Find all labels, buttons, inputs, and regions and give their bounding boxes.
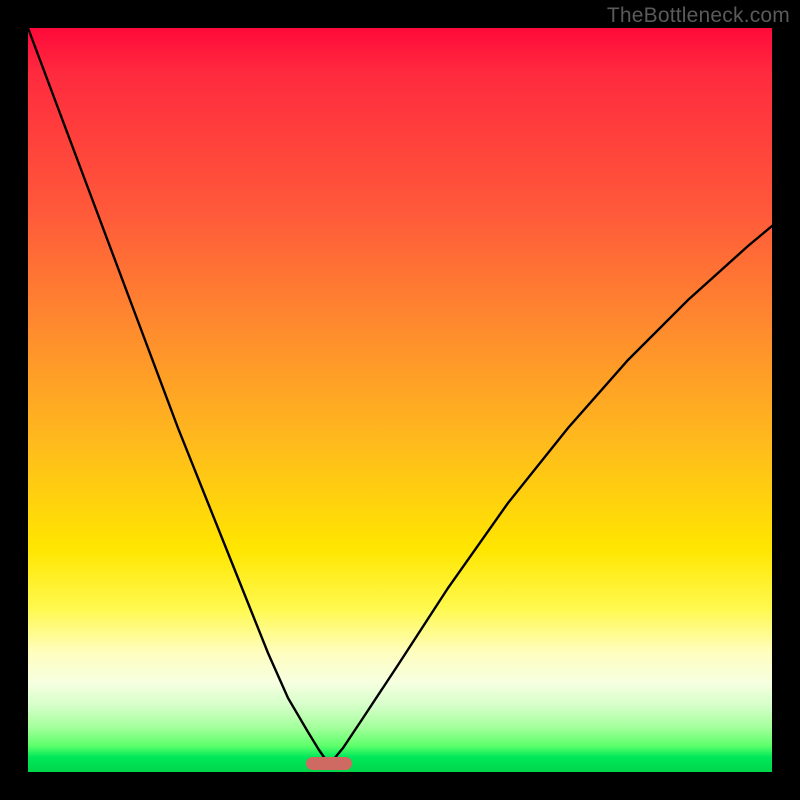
minimum-marker	[306, 757, 352, 770]
chart-frame: TheBottleneck.com	[0, 0, 800, 800]
right-curve	[333, 226, 772, 760]
plot-area	[28, 28, 772, 772]
left-curve	[28, 28, 326, 760]
watermark-text: TheBottleneck.com	[607, 4, 790, 28]
curve-layer	[28, 28, 772, 772]
